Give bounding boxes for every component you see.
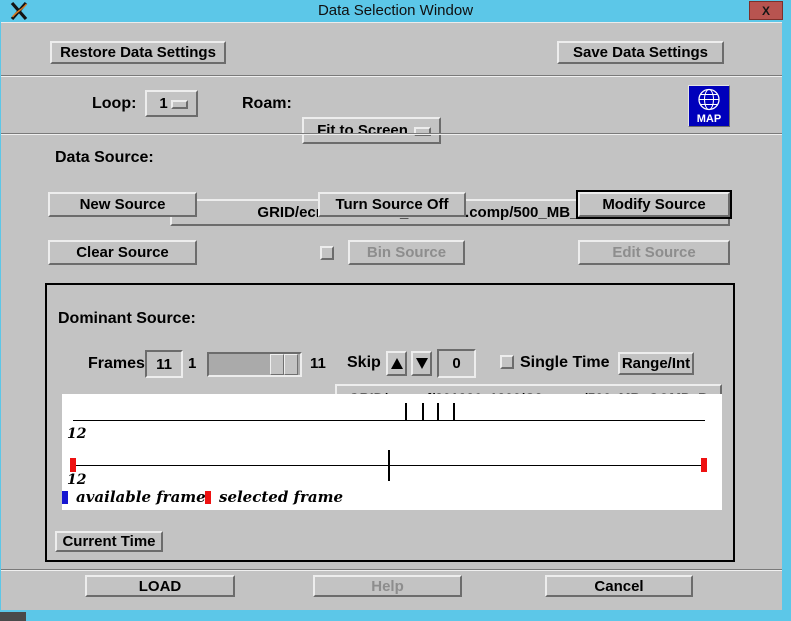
cancel-button[interactable]: Cancel <box>545 575 693 597</box>
timeline-available-tick <box>453 403 455 420</box>
bin-source-checkbox[interactable] <box>320 246 334 260</box>
timeline-top-line <box>73 420 705 421</box>
up-arrow-icon <box>391 358 403 369</box>
data-selection-window: Data Selection Window X Restore Data Set… <box>0 0 791 621</box>
timeline-start-time-top: 12 <box>67 426 86 442</box>
timeline-available-tick <box>437 403 439 420</box>
selected-frame-label: selected frame <box>219 488 343 506</box>
title-bar[interactable]: Data Selection Window X <box>0 0 791 22</box>
clear-source-button[interactable]: Clear Source <box>48 240 197 265</box>
timeline-available-tick <box>405 403 407 420</box>
roam-dropdown[interactable]: Fit to Screen <box>302 117 441 144</box>
selected-frame-swatch <box>205 491 211 504</box>
svg-text:MAP: MAP <box>697 113 721 125</box>
skip-increase-button[interactable] <box>386 351 407 376</box>
modify-source-button[interactable]: Modify Source <box>578 192 730 217</box>
timeline-start-time-bottom: 12 <box>67 472 86 488</box>
restore-data-settings-button[interactable]: Restore Data Settings <box>50 41 226 64</box>
turn-source-off-button[interactable]: Turn Source Off <box>318 192 466 217</box>
down-arrow-icon <box>416 358 428 369</box>
frames-slider[interactable] <box>207 352 302 377</box>
separator <box>1 133 782 135</box>
roam-label: Roam: <box>242 95 292 113</box>
current-time-button[interactable]: Current Time <box>55 531 163 552</box>
frames-slider-thumb[interactable] <box>270 354 284 375</box>
frames-slider-thumb[interactable] <box>284 354 298 375</box>
roam-value: Fit to Screen <box>317 122 408 139</box>
slider-max-label: 11 <box>310 355 326 372</box>
frames-label: Frames <box>88 355 145 373</box>
single-time-checkbox[interactable] <box>500 355 514 369</box>
timeline-selected-marker <box>701 458 707 472</box>
window-title: Data Selection Window <box>0 2 791 19</box>
loop-value: 1 <box>159 95 167 112</box>
timeline-canvas[interactable]: 12 12 available frame selected frame <box>62 394 722 510</box>
timeline-available-tick <box>422 403 424 420</box>
load-button[interactable]: LOAD <box>85 575 235 597</box>
skip-value-field[interactable]: 0 <box>437 349 476 378</box>
loop-dropdown[interactable]: 1 <box>145 90 198 117</box>
timeline-selected-marker <box>70 458 76 472</box>
skip-decrease-button[interactable] <box>411 351 432 376</box>
window-corner <box>0 612 26 621</box>
map-globe-icon: MAP <box>688 85 730 127</box>
close-button[interactable]: X <box>749 1 783 20</box>
separator <box>1 75 782 77</box>
range-int-button[interactable]: Range/Int <box>618 352 694 375</box>
single-time-label: Single Time <box>520 354 610 372</box>
timeline-center-tick <box>388 450 390 481</box>
frames-count-field[interactable]: 11 <box>145 350 183 378</box>
option-menu-indicator-icon <box>171 100 188 109</box>
data-source-label: Data Source: <box>55 149 154 167</box>
bin-source-button[interactable]: Bin Source <box>348 240 465 265</box>
new-source-button[interactable]: New Source <box>48 192 197 217</box>
loop-label: Loop: <box>92 95 136 113</box>
save-data-settings-button[interactable]: Save Data Settings <box>557 41 724 64</box>
separator <box>1 569 782 571</box>
slider-min-label: 1 <box>188 355 196 372</box>
available-frame-label: available frame <box>76 488 206 506</box>
skip-label: Skip <box>347 354 381 372</box>
dominant-source-label: Dominant Source: <box>58 310 196 328</box>
available-frame-swatch <box>62 491 68 504</box>
edit-source-button[interactable]: Edit Source <box>578 240 730 265</box>
help-button[interactable]: Help <box>313 575 462 597</box>
